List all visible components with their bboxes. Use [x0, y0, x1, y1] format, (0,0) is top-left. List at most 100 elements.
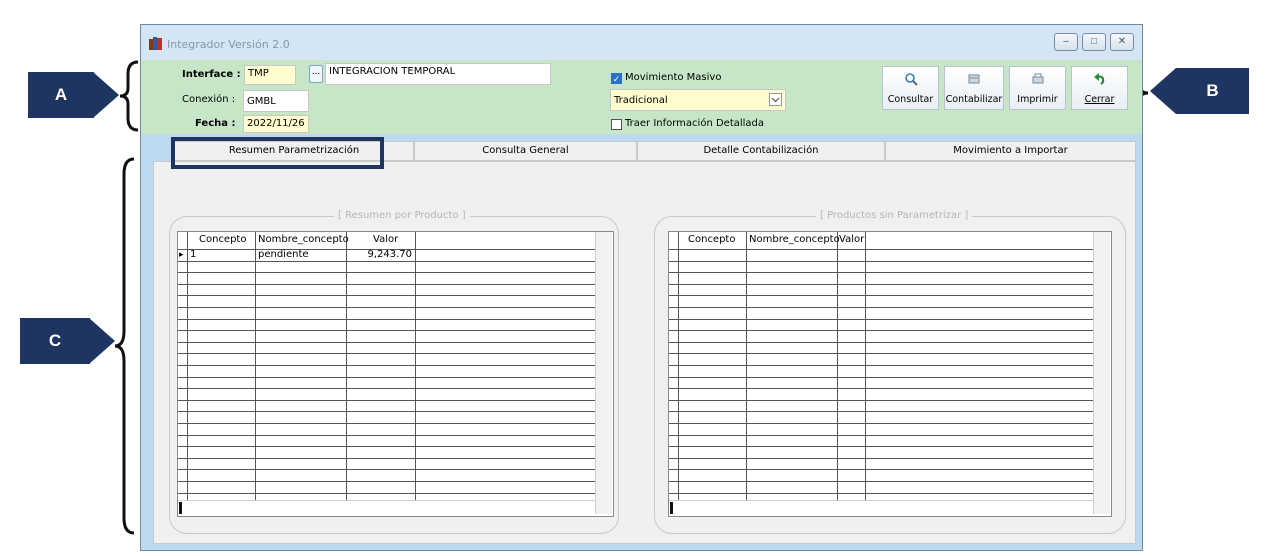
annotation-arrow-b — [1150, 68, 1176, 114]
grid-row-line — [178, 492, 595, 494]
grid-row-line — [669, 307, 1093, 308]
grid-column-header[interactable]: Nombre_concepto — [749, 234, 840, 245]
grid-cell[interactable]: 9,243.70 — [367, 249, 412, 260]
grid-row-line — [669, 376, 1093, 378]
grid-column-header[interactable]: Valor — [839, 234, 864, 245]
chevron-down-icon[interactable] — [769, 93, 782, 106]
grid-column-line — [415, 232, 416, 500]
cerrar-button[interactable]: Cerrar — [1071, 66, 1128, 110]
fecha-input[interactable]: 2022/11/26 — [243, 115, 309, 133]
tipo-select[interactable]: Tradicional — [610, 89, 786, 111]
conexion-label: Conexión : — [182, 94, 236, 105]
header-panel: Interface : TMP ... INTEGRACION TEMPORAL… — [141, 60, 1142, 134]
annotation-brace-a — [119, 60, 139, 132]
annotation-arrow-a — [93, 72, 119, 118]
minimize-icon: – — [1063, 36, 1069, 47]
conexion-input[interactable]: GMBL — [243, 90, 309, 112]
grid-row-line — [178, 272, 595, 274]
resumen-grid: Concepto Nombre_concepto Valor ▸ 1 pendiente 9… — [177, 231, 614, 517]
grid-row-line — [178, 330, 595, 332]
grid-column-line — [865, 232, 866, 500]
grid-row-line — [669, 481, 1093, 482]
scroll-thumb[interactable] — [670, 502, 673, 514]
grid-row-line — [669, 423, 1093, 424]
interface-label: Interface : — [182, 69, 241, 80]
movimiento-masivo-checkbox[interactable]: ✓ — [611, 73, 622, 84]
grid-row-line — [178, 260, 595, 262]
productos-grid: Concepto Nombre_concepto Valor — [668, 231, 1112, 517]
grid-row-line — [178, 365, 595, 366]
grid-row-line — [178, 295, 595, 297]
tab-page-resumen: [ Resumen por Producto ] Concepto Nombre_… — [153, 161, 1136, 544]
grid-column-line — [255, 232, 256, 500]
grid-row-line — [178, 469, 595, 471]
horizontal-scrollbar[interactable] — [669, 500, 1093, 515]
contabilizar-button[interactable]: Contabilizar — [944, 66, 1004, 110]
magnifier-icon — [883, 72, 938, 89]
maximize-button[interactable]: □ — [1082, 33, 1106, 51]
grid-column-header[interactable]: Concepto — [688, 234, 735, 245]
grid-row-line — [669, 260, 1093, 262]
grid-row-line — [178, 446, 595, 448]
consultar-button[interactable]: Consultar — [882, 66, 939, 110]
interface-name-field: INTEGRACION TEMPORAL — [325, 63, 551, 85]
traer-info-label: Traer Información Detallada — [625, 118, 765, 129]
vertical-scrollbar[interactable] — [1093, 232, 1110, 514]
grid-column-line — [837, 232, 838, 500]
app-books-icon — [149, 37, 162, 50]
resumen-por-producto-title: [ Resumen por Producto ] — [334, 210, 470, 221]
grid-row-line — [178, 341, 595, 343]
movimiento-masivo-label: Movimiento Masivo — [625, 72, 722, 83]
grid-column-line — [346, 232, 347, 500]
annotation-label-b: B — [1176, 68, 1249, 114]
app-window: Integrador Versión 2.0 – □ ✕ Interface :… — [140, 24, 1143, 551]
grid-row-line — [669, 283, 1093, 285]
tab-movimiento-importar[interactable]: Movimiento a Importar — [885, 141, 1136, 161]
grid-row-line — [669, 330, 1093, 332]
grid-column-line — [187, 232, 188, 500]
grid-row-line — [178, 481, 595, 482]
grid-column-header[interactable]: Nombre_concepto — [258, 234, 349, 245]
title-bar: Integrador Versión 2.0 – □ ✕ — [141, 25, 1142, 60]
tab-consulta-general[interactable]: Consulta General — [414, 141, 637, 161]
grid-row-line — [178, 457, 595, 459]
traer-info-checkbox[interactable] — [611, 119, 622, 130]
grid-row-line — [669, 365, 1093, 366]
close-icon: ✕ — [1117, 36, 1127, 47]
grid-row-line — [178, 388, 595, 390]
grid-row-line — [669, 399, 1093, 401]
grid-row-line — [669, 446, 1093, 448]
imprimir-button[interactable]: Imprimir — [1009, 66, 1066, 110]
grid-row-line — [178, 283, 595, 285]
minimize-button[interactable]: – — [1054, 33, 1078, 51]
grid-row-line — [669, 272, 1093, 274]
grid-row-line — [669, 492, 1093, 494]
grid-row-line — [669, 434, 1093, 436]
grid-column-header[interactable]: Valor — [373, 234, 398, 245]
scroll-thumb[interactable] — [179, 502, 182, 514]
grid-row-line — [669, 457, 1093, 459]
tab-detalle-contabilizacion[interactable]: Detalle Contabilización — [637, 141, 885, 161]
grid-column-header[interactable]: Concepto — [199, 234, 246, 245]
close-window-button[interactable]: ✕ — [1110, 33, 1134, 51]
grid-row-line — [669, 318, 1093, 320]
grid-cell[interactable]: pendiente — [258, 249, 309, 260]
interface-input[interactable]: TMP — [244, 65, 296, 85]
grid-row-line — [669, 469, 1093, 471]
fecha-label: Fecha : — [195, 118, 236, 129]
undo-arrow-icon — [1072, 72, 1127, 89]
vertical-scrollbar[interactable] — [595, 232, 612, 514]
ledger-icon — [945, 72, 1003, 89]
grid-row-line — [669, 411, 1093, 413]
maximize-icon: □ — [1090, 36, 1098, 47]
grid-row-line — [178, 307, 595, 308]
window-title: Integrador Versión 2.0 — [167, 38, 290, 51]
printer-icon — [1010, 72, 1065, 89]
grid-row-line — [178, 376, 595, 378]
annotation-brace-c — [114, 157, 135, 535]
grid-cell[interactable]: 1 — [190, 249, 196, 260]
horizontal-scrollbar[interactable] — [178, 500, 595, 515]
annotation-label-c: C — [20, 318, 90, 364]
browse-interface-button[interactable]: ... — [309, 65, 323, 83]
annotation-label-a: A — [28, 72, 94, 118]
